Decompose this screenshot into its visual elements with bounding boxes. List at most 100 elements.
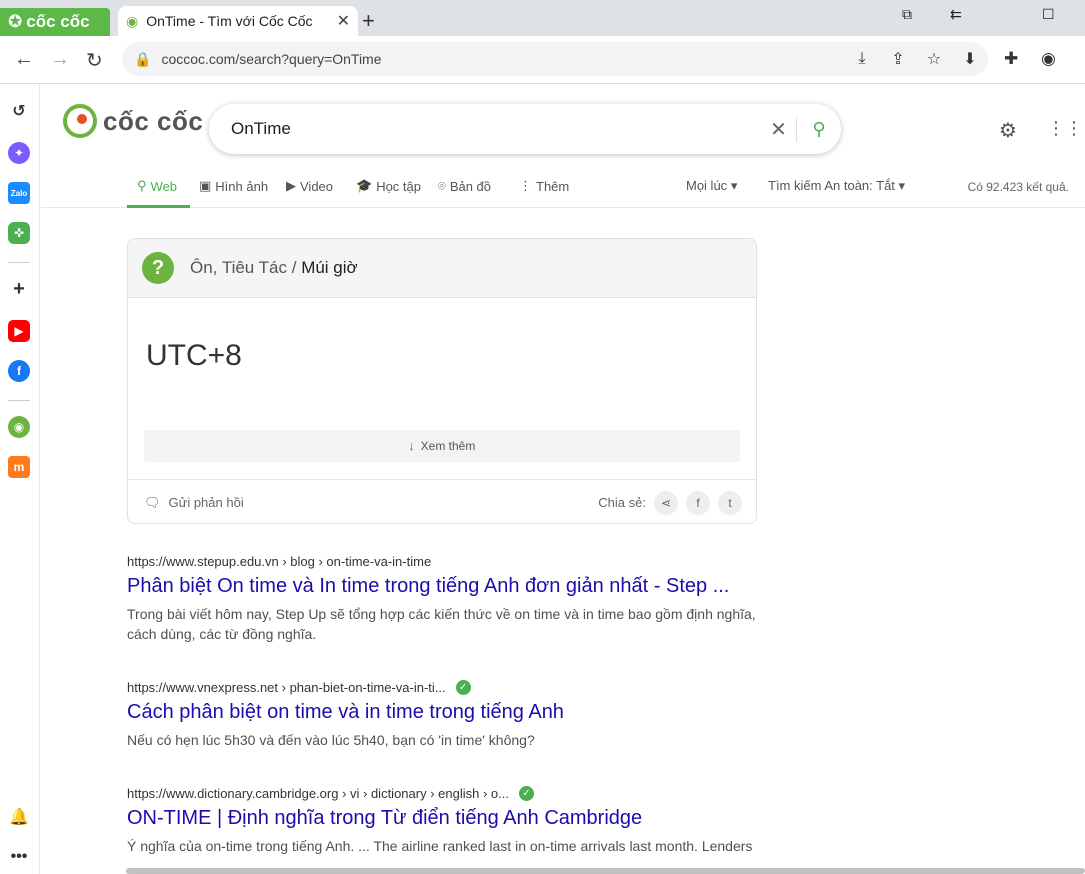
chevron-down-icon: ▾ [730,178,738,193]
tab-learning[interactable]: 🎓 Học tập [356,178,421,194]
feedback-button[interactable]: 🗨 Gửi phản hồi [144,495,598,511]
search-input[interactable]: OnTime ✕ ⚲ [209,104,841,154]
breadcrumb-separator: / [287,258,302,277]
result-snippet: Trong bài viết hôm nay, Step Up sẽ tổng … [127,606,756,642]
answer-card-header: ? Ôn, Tiêu Tác / Múi giờ [128,239,756,298]
tab-title: OnTime - Tìm với Cốc Cốc [146,13,313,29]
video-icon: ▶ [286,178,296,193]
tab-favicon-icon: ◉ [126,12,139,29]
map-pin-icon: ⌾ [438,178,446,193]
tab-video[interactable]: ▶ Video [286,178,333,194]
brand-label: cốc cốc [26,12,90,31]
answer-card-footer: 🗨 Gửi phản hồi Chia sẻ: ⋖ f t [128,479,756,523]
horizontal-scrollbar[interactable] [126,868,1085,874]
youtube-icon[interactable]: ▶ [8,320,30,342]
forward-icon[interactable]: → [50,48,70,71]
clear-icon[interactable]: ✕ [761,116,797,142]
breadcrumb-parent[interactable]: Ôn, Tiêu Tác [190,258,287,277]
reload-icon[interactable]: ↻ [86,48,103,73]
search-icon[interactable]: ⚲ [797,119,841,140]
close-tab-icon[interactable]: ✕ [337,11,350,31]
facebook-icon[interactable]: f [8,360,30,382]
comment-icon: 🗨 [144,494,161,510]
download-page-icon[interactable]: ⤓ [844,50,880,68]
twitter-share-icon[interactable]: t [718,490,742,515]
active-tab-indicator [127,205,190,208]
minimize-icon[interactable]: ⇇ [950,6,962,23]
lock-icon[interactable]: 🔒 [134,51,151,68]
breadcrumb-current: Múi giờ [301,258,358,277]
tab-web[interactable]: ⚲ Web [137,178,177,194]
notification-bell-icon[interactable]: 🔔 [8,806,30,828]
search-filters-bar: ⚲ Web ▣ Hình ảnh ▶ Video 🎓 Học tập ⌾ Bản… [41,170,1085,208]
new-tab-button[interactable]: + [362,8,375,34]
coccoc-logo[interactable]: cốc cốc [63,104,203,138]
bookmark-star-icon[interactable]: ☆ [916,49,952,69]
share-icon[interactable]: ⇪ [880,49,916,69]
game-icon[interactable]: ✜ [8,222,30,244]
image-icon: ▣ [199,178,212,193]
web-icon: ⚲ [137,178,147,193]
tab-map[interactable]: ⌾ Bản đồ [438,178,491,194]
time-filter-dropdown[interactable]: Mọi lúc ▾ [686,178,737,194]
safe-search-dropdown[interactable]: Tìm kiếm An toàn: Tắt ▾ [768,178,905,194]
result-title-link[interactable]: Cách phân biệt on time và in time trong … [127,701,767,724]
zalo-icon[interactable]: Zalo [8,182,30,204]
facebook-share-icon[interactable]: f [686,490,710,515]
history-icon[interactable]: ↺ [8,100,30,122]
downloads-icon[interactable]: ⬇ [952,49,988,69]
search-query-text[interactable]: OnTime [231,119,761,139]
settings-gear-icon[interactable]: ⚙ [999,118,1017,143]
graduation-icon: 🎓 [356,178,373,193]
result-count: Có 92.423 kết quả. [967,180,1069,194]
back-icon[interactable]: ← [14,48,34,71]
sidebar-divider [8,400,30,401]
answer-value: UTC+8 [146,339,242,372]
coccoc-logo-icon: ✪ [8,12,23,31]
more-vertical-icon: ⋮ [519,178,532,193]
arrow-down-icon: ↓ [408,439,415,453]
verified-check-icon: ✓ [518,786,534,801]
answer-breadcrumb: Ôn, Tiêu Tác / Múi giờ [190,258,358,278]
search-tabs-icon[interactable]: ⧉ [902,6,912,23]
answer-card: ? Ôn, Tiêu Tác / Múi giờ UTC+8 ↓ Xem thê… [127,238,757,524]
chevron-down-icon: ▾ [898,178,906,193]
share-link-icon[interactable]: ⋖ [654,490,678,515]
messenger-icon[interactable]: ✦ [8,142,30,164]
tab-strip: ✪ cốc cốc ◉ OnTime - Tìm với Cốc Cốc ✕ +… [0,0,1085,36]
question-mark-icon: ? [142,252,174,284]
apps-grid-icon[interactable]: ⋮⋮⋮ [1047,118,1085,139]
see-more-button[interactable]: ↓ Xem thêm [144,430,740,462]
add-shortcut-icon[interactable]: + [8,278,30,300]
url-text[interactable]: coccoc.com/search?query=OnTime [161,51,844,67]
maximize-icon[interactable]: ☐ [1042,6,1055,23]
profile-icon[interactable]: ◉ [1041,49,1056,69]
more-horizontal-icon[interactable]: ••• [8,846,30,868]
coccoc-app-icon[interactable]: ◉ [8,416,30,438]
logo-wordmark: cốc cốc [103,105,204,136]
extensions-icon[interactable]: ✚ [1004,49,1018,69]
verified-check-icon: ✓ [455,680,471,695]
shopping-icon[interactable]: m [8,456,30,478]
result-title-link[interactable]: ON-TIME | Định nghĩa trong Từ điển tiếng… [127,807,767,830]
coccoc-mark-icon [63,104,97,138]
coccoc-menu-button[interactable]: ✪ cốc cốc [0,8,110,36]
left-sidebar: ↺ ✦ Zalo ✜ + ▶ f ◉ m 🔔 ••• [0,84,40,874]
search-result: https://www.stepup.edu.vn › blog › on-ti… [127,554,767,644]
result-snippet: Nếu có hẹn lúc 5h30 và đến vào lúc 5h40,… [127,732,535,748]
tab-active[interactable]: ◉ OnTime - Tìm với Cốc Cốc ✕ [118,6,358,36]
result-cite[interactable]: https://www.vnexpress.net › phan-biet-on… [127,680,767,695]
result-snippet: Ý nghĩa của on-time trong tiếng Anh. ...… [127,838,753,854]
sidebar-divider [8,262,30,263]
tab-images[interactable]: ▣ Hình ảnh [199,178,268,194]
browser-toolbar: ← → ↻ 🔒 coccoc.com/search?query=OnTime ⤓… [0,36,1085,84]
tab-more[interactable]: ⋮ Thêm [519,178,569,194]
search-result: https://www.vnexpress.net › phan-biet-on… [127,680,767,750]
result-title-link[interactable]: Phân biệt On time và In time trong tiếng… [127,575,767,598]
share-label: Chia sẻ: [598,495,646,510]
search-page: cốc cốc OnTime ✕ ⚲ ⚙ ⋮⋮⋮ ⚲ Web ▣ Hình ản… [41,84,1085,874]
address-bar[interactable]: 🔒 coccoc.com/search?query=OnTime ⤓ ⇪ ☆ ⬇ [122,42,988,76]
result-cite[interactable]: https://www.dictionary.cambridge.org › v… [127,786,767,801]
search-result: https://www.dictionary.cambridge.org › v… [127,786,767,856]
result-cite[interactable]: https://www.stepup.edu.vn › blog › on-ti… [127,554,767,569]
